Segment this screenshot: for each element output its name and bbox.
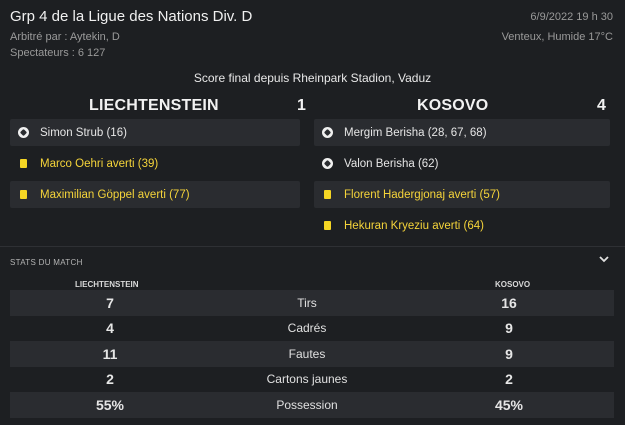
match-event[interactable]: Mergim Berisha (28, 67, 68) — [314, 119, 610, 146]
yellow-card-icon — [320, 188, 334, 202]
away-events-list: Mergim Berisha (28, 67, 68) Valon Berish… — [314, 119, 610, 243]
stats-row: 55% Possession 45% — [10, 392, 614, 418]
stat-home-value: 11 — [102, 345, 118, 362]
final-score-heading: Score final depuis Rheinpark Stadion, Va… — [193, 71, 432, 85]
stats-away-header: KOSOVO — [495, 280, 531, 289]
stat-home-value: 7 — [106, 294, 114, 311]
yellow-card-icon — [320, 219, 334, 233]
match-header: Grp 4 de la Ligue des Nations Div. D Arb… — [0, 0, 625, 66]
event-text[interactable]: Hekuran Kryeziu averti (64) — [344, 220, 484, 232]
stat-away-value: 16 — [501, 294, 517, 311]
referee-text: Arbitré par : Aytekin, D — [10, 31, 120, 43]
competition-title: Grp 4 de la Ligue des Nations Div. D — [10, 8, 253, 25]
stats-row: 2 Cartons jaunes 2 — [10, 367, 614, 393]
section-divider — [0, 246, 625, 247]
stats-row: 4 Cadrés 9 — [10, 316, 614, 342]
ball-icon — [320, 157, 334, 171]
stat-label: Cadrés — [287, 321, 327, 336]
event-text[interactable]: Florent Hadergjonaj averti (57) — [344, 189, 500, 201]
match-event[interactable]: Hekuran Kryeziu averti (64) — [314, 212, 610, 239]
event-text[interactable]: Mergim Berisha (28, 67, 68) — [344, 127, 487, 139]
stats-home-header: LIECHTENSTEIN — [75, 280, 139, 289]
event-text[interactable]: Marco Oehri averti (39) — [40, 158, 158, 170]
match-event[interactable]: Marco Oehri averti (39) — [10, 150, 300, 177]
stat-home-value: 4 — [106, 320, 114, 337]
home-team-name[interactable]: LIECHTENSTEIN — [89, 97, 219, 115]
stats-section-title: STATS DU MATCH — [10, 258, 83, 267]
ball-icon — [320, 126, 334, 140]
away-team-name[interactable]: KOSOVO — [417, 97, 488, 115]
event-text[interactable]: Maximilian Göppel averti (77) — [40, 189, 190, 201]
stat-home-value: 55% — [95, 396, 125, 413]
home-events-list: Simon Strub (16) Marco Oehri averti (39)… — [10, 119, 300, 212]
yellow-card-icon — [16, 188, 30, 202]
home-team-score: 1 — [297, 97, 307, 114]
match-event[interactable]: Florent Hadergjonaj averti (57) — [314, 181, 610, 208]
event-text[interactable]: Simon Strub (16) — [40, 127, 127, 139]
event-text[interactable]: Valon Berisha (62) — [344, 158, 438, 170]
match-event[interactable]: Valon Berisha (62) — [314, 150, 610, 177]
match-event[interactable]: Maximilian Göppel averti (77) — [10, 181, 300, 208]
stats-table: 7 Tirs 16 4 Cadrés 9 11 Fautes 9 2 Carto… — [10, 290, 614, 418]
stats-row: 7 Tirs 16 — [10, 290, 614, 316]
away-team-score: 4 — [597, 97, 607, 114]
stats-row: 11 Fautes 9 — [10, 341, 614, 367]
stat-away-value: 2 — [505, 371, 513, 388]
match-datetime: 6/9/2022 19 h 30 — [530, 11, 613, 23]
yellow-card-icon — [16, 157, 30, 171]
attendance-text: Spectateurs : 6 127 — [10, 47, 106, 59]
stat-label: Tirs — [297, 295, 317, 310]
stat-away-value: 45% — [494, 396, 524, 413]
chevron-down-icon[interactable] — [597, 252, 611, 266]
stat-home-value: 2 — [106, 371, 114, 388]
ball-icon — [16, 126, 30, 140]
weather-text: Venteux, Humide 17°C — [501, 31, 613, 43]
stat-away-value: 9 — [505, 320, 513, 337]
stat-label: Fautes — [288, 346, 326, 361]
stat-away-value: 9 — [505, 345, 513, 362]
stat-label: Cartons jaunes — [266, 372, 348, 387]
stat-label: Possession — [276, 397, 338, 412]
match-event[interactable]: Simon Strub (16) — [10, 119, 300, 146]
